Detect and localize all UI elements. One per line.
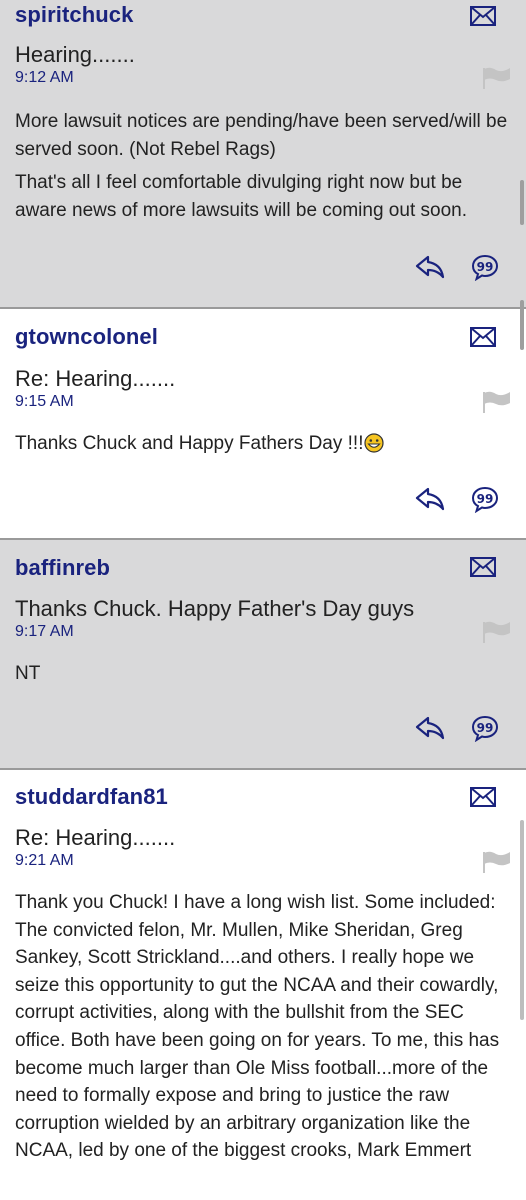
post-paragraph-text: Thanks Chuck and Happy Fathers Day !!!: [15, 433, 364, 454]
scrollbar[interactable]: [520, 820, 524, 1020]
quote-icon[interactable]: 99: [471, 485, 499, 513]
post-subject: Re: Hearing.......: [15, 825, 176, 850]
post-paragraph: Thanks Chuck and Happy Fathers Day !!!: [15, 430, 515, 458]
post-timestamp: 9:17 AM: [15, 623, 74, 640]
post-paragraph: That's all I feel comfortable divulging …: [15, 172, 467, 221]
envelope-icon[interactable]: [470, 557, 496, 577]
post-username[interactable]: baffinreb: [15, 555, 110, 581]
post-timestamp: 9:21 AM: [15, 852, 74, 869]
svg-text:99: 99: [477, 721, 494, 735]
envelope-icon[interactable]: [470, 327, 496, 347]
post-subject: Re: Hearing.......: [15, 366, 176, 391]
svg-text:99: 99: [477, 492, 494, 506]
quote-icon[interactable]: 99: [471, 714, 499, 742]
post-body: More lawsuit notices are pending/have be…: [15, 108, 515, 230]
flag-icon[interactable]: [482, 850, 512, 874]
post-username[interactable]: studdardfan81: [15, 784, 168, 810]
reply-icon[interactable]: [414, 713, 446, 741]
post-body: NT: [15, 660, 515, 694]
flag-icon[interactable]: [482, 66, 512, 90]
post-body: Thank you Chuck! I have a long wish list…: [15, 889, 515, 1171]
post-subject: Hearing.......: [15, 42, 135, 67]
post-subject: Thanks Chuck. Happy Father's Day guys: [15, 596, 415, 621]
scrollbar[interactable]: [520, 300, 524, 350]
svg-text:99: 99: [477, 260, 494, 274]
scrollbar[interactable]: [520, 180, 524, 225]
post-paragraph: NT: [15, 663, 41, 684]
flag-icon[interactable]: [482, 620, 512, 644]
reply-icon[interactable]: [414, 484, 446, 512]
quote-icon[interactable]: 99: [471, 253, 499, 281]
envelope-icon[interactable]: [470, 787, 496, 807]
post-username[interactable]: spiritchuck: [15, 2, 133, 28]
post-timestamp: 9:12 AM: [15, 69, 74, 86]
post-paragraph: More lawsuit notices are pending/have be…: [15, 111, 508, 160]
envelope-icon[interactable]: [470, 6, 496, 26]
post-username[interactable]: gtowncolonel: [15, 324, 158, 350]
grinning-face-emoji: [363, 433, 384, 453]
flag-icon[interactable]: [482, 390, 512, 414]
post-body: Thanks Chuck and Happy Fathers Day !!!: [15, 430, 515, 464]
reply-icon[interactable]: [414, 252, 446, 280]
post-timestamp: 9:15 AM: [15, 393, 74, 410]
post-paragraph: Thank you Chuck! I have a long wish list…: [15, 892, 500, 1162]
